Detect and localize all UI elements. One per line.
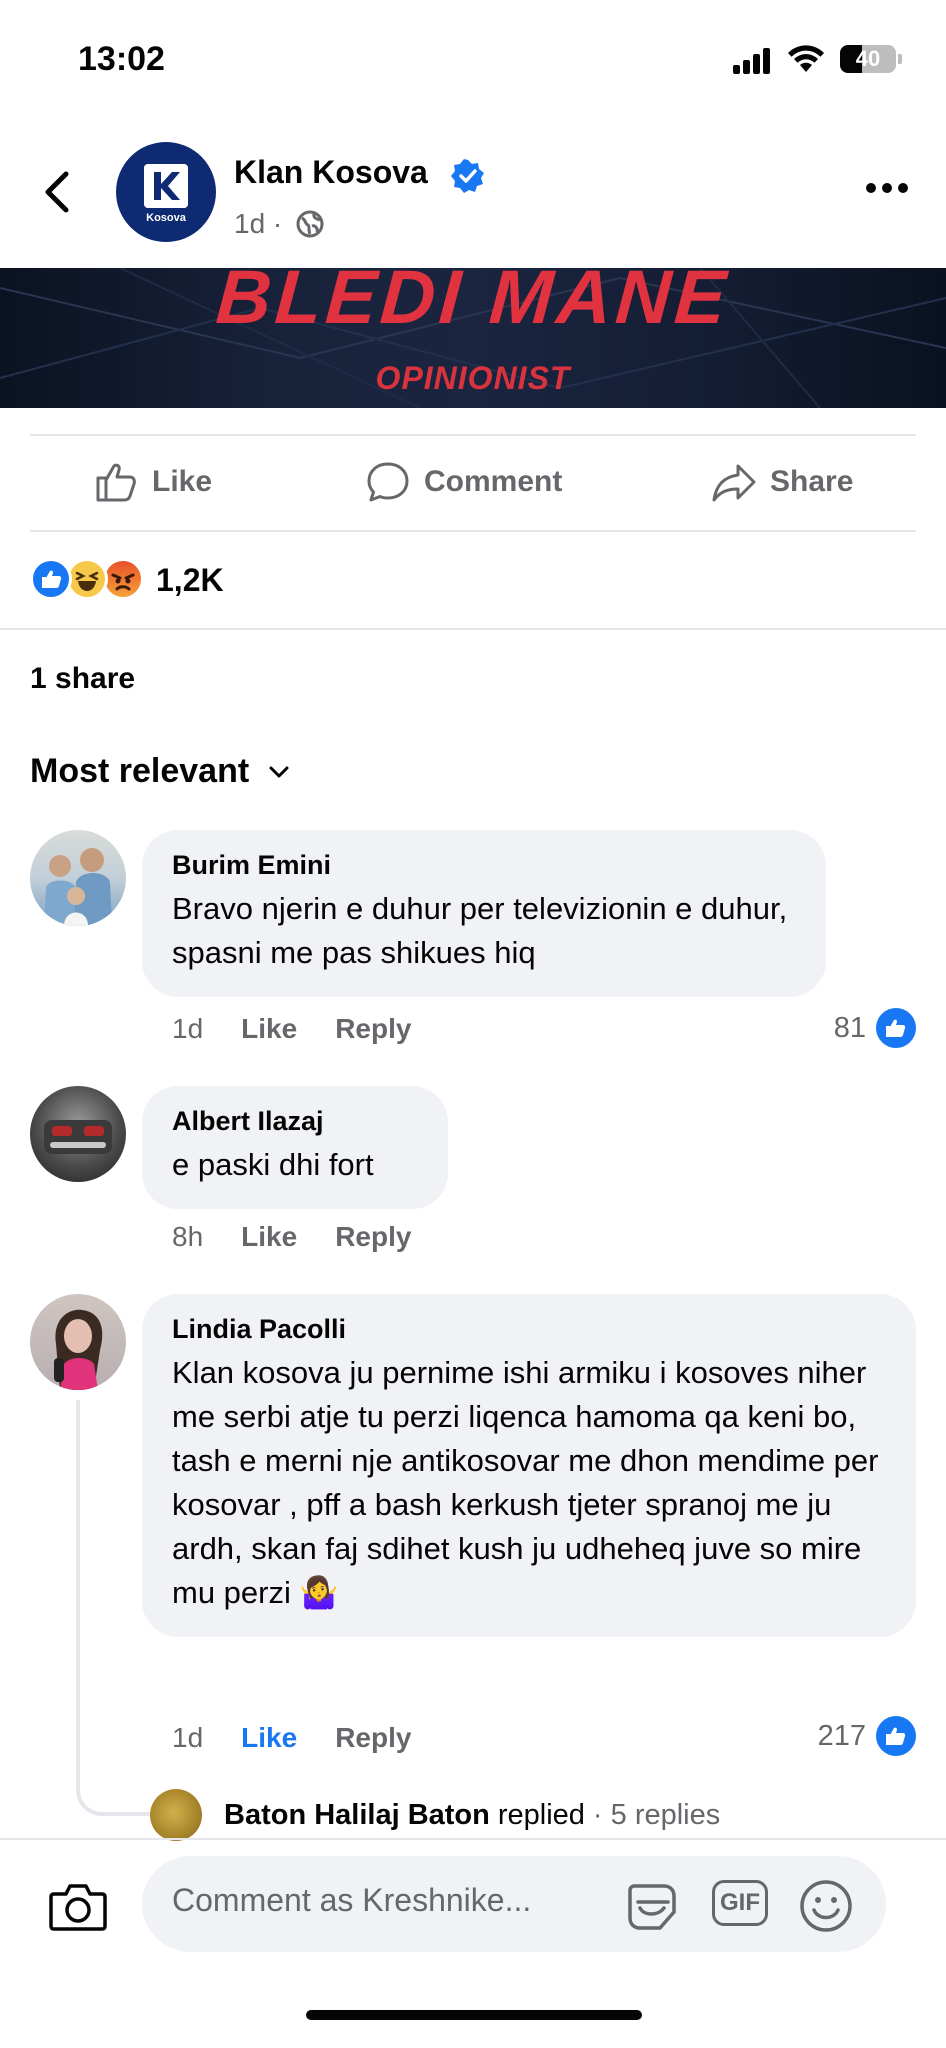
view-replies-link[interactable]: Baton Halilaj Baton replied · 5 replies (150, 1788, 720, 1842)
share-count[interactable]: 1 share (30, 662, 135, 696)
comment-like-button[interactable]: Like (241, 1722, 297, 1754)
commenter-avatar[interactable] (30, 1294, 126, 1390)
more-options-button[interactable] (866, 176, 910, 200)
share-arrow-icon (712, 464, 756, 502)
like-button[interactable]: Like (92, 456, 212, 508)
haha-reaction-icon (66, 558, 108, 600)
comment-like-count[interactable]: 81 (834, 1008, 916, 1048)
comment-reply-button[interactable]: Reply (335, 1722, 411, 1754)
comment-time: 1d (172, 1013, 204, 1044)
like-reaction-icon (30, 558, 72, 600)
back-button[interactable] (38, 168, 78, 216)
comment-bubble[interactable]: Burim Emini Bravo njerin e duhur per tel… (142, 830, 826, 997)
comment-actions: 1d Like Reply (172, 1722, 449, 1754)
comment-author[interactable]: Lindia Pacolli (172, 1314, 886, 1345)
avatar-photo (44, 848, 112, 926)
comment-text: Klan kosova ju pernime ishi armiku i kos… (172, 1355, 879, 1610)
comment-like-button[interactable]: Like (241, 1221, 297, 1253)
emoji-icon[interactable] (798, 1878, 854, 1934)
comment-sort-dropdown[interactable]: Most relevant (30, 752, 291, 791)
divider (30, 434, 916, 436)
like-count: 81 (833, 1011, 866, 1044)
battery-icon: 40 (840, 45, 896, 73)
angry-reaction-icon (102, 558, 144, 600)
avatar-photo (44, 1120, 112, 1154)
comment-like-count[interactable]: 217 (818, 1716, 916, 1756)
like-label: Like (152, 465, 213, 498)
comment-text: e paski dhi fort (172, 1147, 374, 1182)
comment-button[interactable]: Comment (364, 456, 562, 508)
avatar-sticker-icon[interactable] (624, 1878, 680, 1934)
reply-thread-line (76, 1400, 154, 1816)
cellular-signal-icon (733, 48, 773, 74)
status-time: 13:02 (78, 40, 165, 78)
wifi-icon (788, 45, 824, 72)
comment-like-button[interactable]: Like (241, 1013, 297, 1045)
comment-reply-button[interactable]: Reply (335, 1221, 411, 1253)
commenter-avatar[interactable] (30, 1086, 126, 1182)
status-bar: 13:02 40 (0, 0, 946, 120)
commenter-avatar[interactable] (30, 830, 126, 926)
reply-count: · 5 replies (592, 1798, 721, 1831)
share-button[interactable]: Share (710, 456, 853, 508)
comment-author[interactable]: Albert Ilazaj (172, 1106, 418, 1137)
composer-divider (0, 1838, 946, 1840)
banner-subtitle: OPINIONIST (375, 360, 571, 396)
banner-title: BLEDI MANE (213, 268, 733, 340)
replied-label: replied (497, 1798, 585, 1831)
comment-actions: 8h Like Reply (172, 1221, 449, 1253)
comment-input[interactable] (172, 1882, 602, 1919)
replier-name: Baton Halilaj Baton (224, 1798, 490, 1831)
divider (30, 530, 916, 532)
page-name[interactable]: Klan Kosova (234, 154, 428, 191)
reaction-count[interactable]: 1,2K (156, 562, 224, 599)
gif-button[interactable]: GIF (712, 1880, 768, 1926)
globe-icon (296, 210, 324, 238)
comment-bubble[interactable]: Albert Ilazaj e paski dhi fort (142, 1086, 448, 1209)
camera-icon[interactable] (48, 1878, 108, 1934)
comment-bubble-icon (367, 462, 409, 502)
thumbs-up-icon (96, 463, 136, 502)
like-badge-icon (876, 1716, 916, 1756)
comment-bubble[interactable]: Lindia Pacolli Klan kosova ju pernime is… (142, 1294, 916, 1637)
comment-reply-button[interactable]: Reply (335, 1013, 411, 1045)
avatar-label: Kosova (146, 212, 186, 224)
battery-percent: 40 (855, 46, 881, 71)
avatar-photo (54, 1309, 103, 1390)
verified-badge-icon (451, 159, 484, 193)
battery-nub (898, 54, 902, 64)
post-image-banner[interactable]: BLEDI MANE OPINIONIST (0, 268, 946, 408)
klan-kosova-logo (144, 164, 188, 208)
replier-avatar (150, 1789, 202, 1841)
reactions-summary[interactable] (30, 558, 154, 600)
post-timestamp: 1d · (234, 208, 283, 239)
comment-actions: 1d Like Reply (172, 1013, 449, 1045)
share-label: Share (770, 465, 854, 498)
divider (0, 628, 946, 630)
like-badge-icon (876, 1008, 916, 1048)
comment-text: Bravo njerin e duhur per televizionin e … (172, 891, 788, 970)
home-indicator (306, 2010, 642, 2020)
comment-composer[interactable]: GIF (142, 1856, 886, 1952)
comment-label: Comment (424, 465, 563, 498)
chevron-down-icon (269, 766, 289, 777)
sort-label: Most relevant (30, 752, 250, 790)
page-avatar[interactable]: Kosova (116, 142, 216, 242)
comment-time: 1d (172, 1722, 204, 1753)
comment-time: 8h (172, 1221, 204, 1252)
comment-author[interactable]: Burim Emini (172, 850, 796, 881)
like-count: 217 (817, 1719, 866, 1752)
